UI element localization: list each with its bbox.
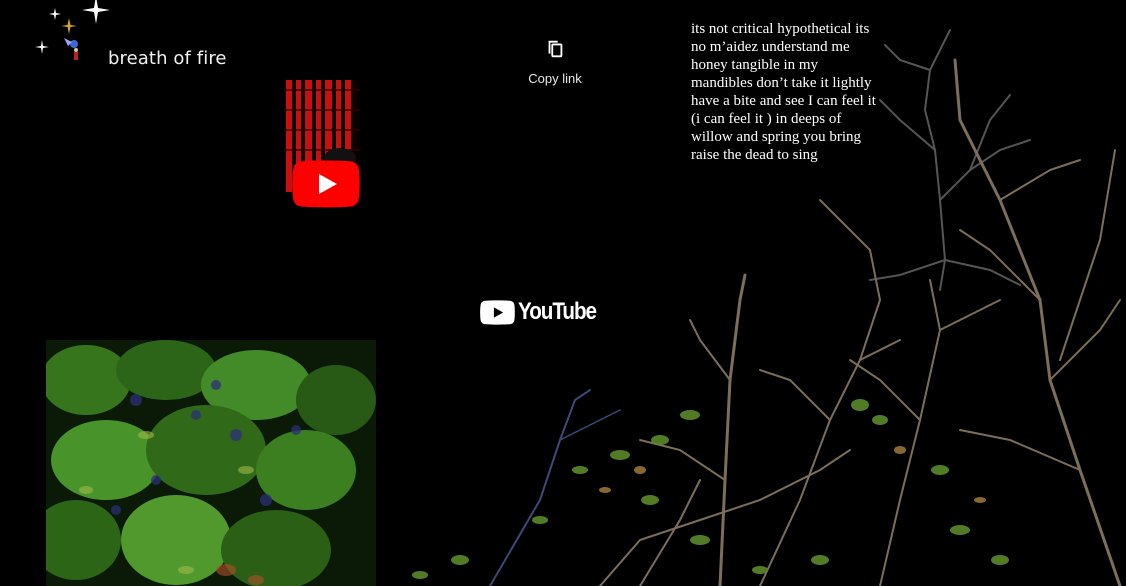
poem-text: its not critical hypothetical its no m’a…: [691, 20, 911, 164]
copy-link-label: Copy link: [528, 71, 582, 86]
poem-line: raise the dead to sing: [691, 147, 818, 163]
copy-icon: [548, 40, 563, 58]
poem-line: its not critical hypothetical its: [691, 21, 870, 37]
youtube-play-icon[interactable]: [292, 160, 360, 208]
poem-line: (i can feel it ) in deeps of: [691, 111, 842, 127]
poem-line: mandibles don’t take it lightly: [691, 75, 872, 91]
poem-line: have a bite and see I can feel it: [691, 93, 876, 109]
poem-line: honey tangible in my: [691, 57, 819, 73]
foliage-image: [46, 340, 376, 586]
poem-line: willow and spring you bring: [691, 129, 861, 145]
youtube-logo-link[interactable]: YouTube: [480, 296, 597, 328]
youtube-wordmark: YouTube: [518, 298, 597, 325]
poem-line: no m’aidez understand me: [691, 39, 850, 55]
sparkle-fairy-avatar-icon[interactable]: [24, 0, 114, 90]
channel-title[interactable]: breath of fire: [108, 48, 227, 69]
youtube-logo-icon: [480, 300, 515, 325]
copy-link-button[interactable]: Copy link: [520, 38, 590, 90]
channel-header[interactable]: breath of fire: [24, 0, 284, 96]
